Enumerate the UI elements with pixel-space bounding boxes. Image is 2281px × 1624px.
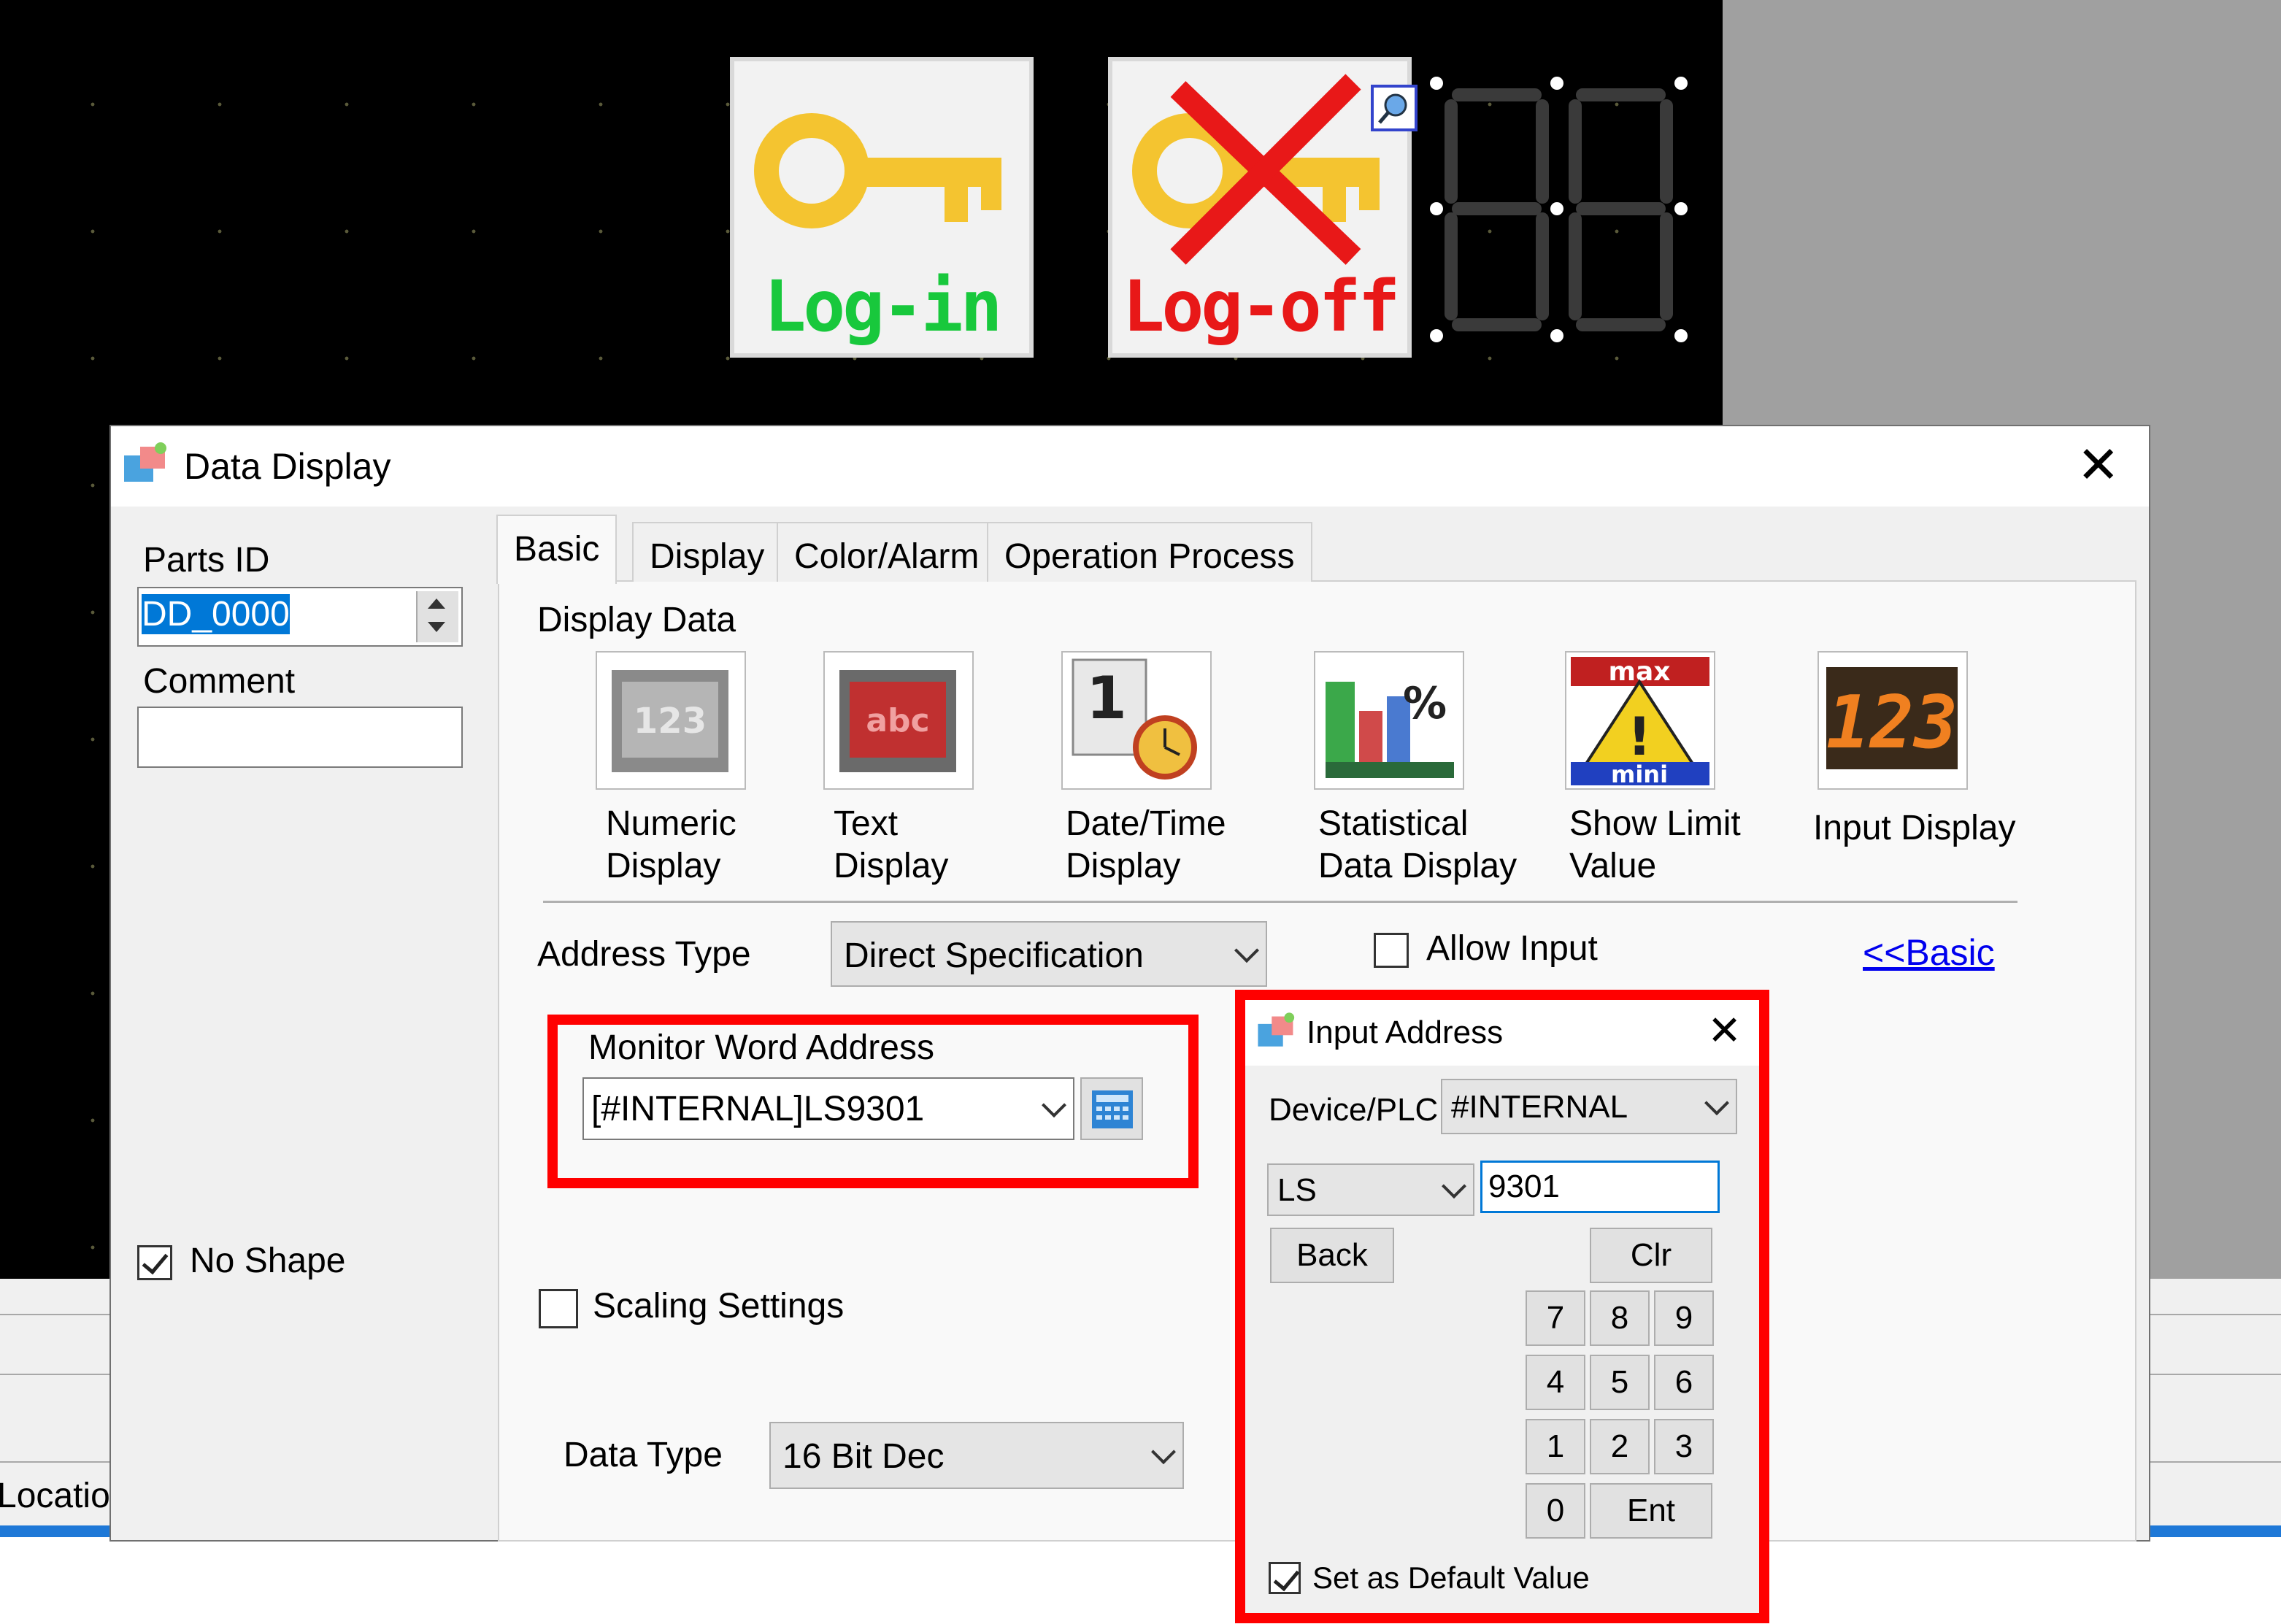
- text-display-button[interactable]: abc: [823, 651, 974, 790]
- login-switch[interactable]: Log-in: [730, 57, 1034, 358]
- numeric-display-button[interactable]: 123: [596, 651, 746, 790]
- logoff-switch-label: Log-off: [1122, 266, 1401, 347]
- chevron-down-icon: [1151, 1439, 1176, 1465]
- login-switch-label: Log-in: [763, 266, 1003, 347]
- tab-operation-process[interactable]: Operation Process: [987, 522, 1312, 582]
- svg-text:mini: mini: [1611, 761, 1668, 788]
- text-display-label: Text Display: [834, 804, 949, 885]
- input-display-icon: 123: [1826, 667, 1958, 769]
- cross-icon: [1170, 74, 1361, 265]
- scaling-settings-checkbox[interactable]: [539, 1289, 578, 1328]
- no-shape-checkbox[interactable]: [137, 1245, 172, 1280]
- input-display-button[interactable]: 123: [1818, 651, 1968, 790]
- lower-blank-area: [0, 1539, 2281, 1624]
- text-display-icon: abc: [839, 670, 956, 772]
- show-limit-value-label: Show Limit Value: [1569, 804, 1741, 885]
- tab-color-alarm[interactable]: Color/Alarm: [777, 522, 997, 582]
- statistical-data-display-button[interactable]: %: [1314, 651, 1464, 790]
- tab-display[interactable]: Display: [632, 522, 782, 582]
- comment-field[interactable]: [137, 707, 463, 768]
- dialog-title: Data Display: [184, 446, 391, 487]
- monitor-word-address-highlight: [547, 1015, 1199, 1188]
- seven-segment-display[interactable]: [1429, 73, 1699, 350]
- data-display-app-icon: [124, 442, 166, 482]
- dialog-titlebar[interactable]: Data Display ✕: [111, 426, 2149, 507]
- numeric-display-label: Numeric Display: [606, 804, 736, 885]
- input-address-highlight: [1235, 990, 1769, 1623]
- scaling-settings-label: Scaling Settings: [593, 1287, 845, 1325]
- address-type-value: Direct Specification: [844, 936, 1144, 975]
- show-limit-value-icon: max ! mini: [1571, 657, 1709, 788]
- data-type-value: 16 Bit Dec: [782, 1437, 945, 1476]
- svg-text:123: 123: [634, 701, 707, 742]
- parts-id-field[interactable]: DD_0000: [137, 587, 463, 647]
- allow-input-label: Allow Input: [1426, 929, 1598, 968]
- close-icon[interactable]: ✕: [2077, 439, 2120, 490]
- chevron-down-icon: [1234, 938, 1259, 963]
- svg-text:!: !: [1628, 706, 1652, 767]
- address-type-label: Address Type: [537, 935, 751, 974]
- status-location-label: Locatio: [0, 1477, 110, 1515]
- address-type-dropdown[interactable]: Direct Specification: [831, 921, 1267, 987]
- svg-text:abc: abc: [866, 702, 929, 739]
- parts-id-value: DD_0000: [142, 594, 290, 634]
- key-icon: [754, 113, 1001, 228]
- section-divider: [543, 901, 2017, 903]
- svg-text:123: 123: [1826, 680, 1958, 765]
- basic-link[interactable]: <<Basic: [1863, 931, 1995, 974]
- show-limit-value-button[interactable]: max ! mini: [1565, 651, 1715, 790]
- statistical-data-display-label: Statistical Data Display: [1318, 804, 1518, 885]
- date-time-display-label: Date/Time Display: [1066, 804, 1226, 885]
- parts-id-label: Parts ID: [143, 541, 270, 580]
- display-data-label: Display Data: [537, 601, 736, 639]
- data-type-label: Data Type: [563, 1436, 723, 1474]
- magnifier-icon[interactable]: [1371, 85, 1418, 131]
- numeric-display-icon: 123: [612, 670, 728, 772]
- allow-input-checkbox[interactable]: [1374, 933, 1409, 968]
- statistical-data-display-icon: %: [1326, 678, 1454, 778]
- svg-text:%: %: [1403, 678, 1447, 729]
- svg-text:1: 1: [1086, 664, 1127, 732]
- tab-basic[interactable]: Basic: [496, 515, 618, 584]
- input-display-label: Input Display: [1813, 809, 2016, 847]
- comment-label: Comment: [143, 662, 296, 701]
- date-time-display-icon: 1: [1072, 658, 1197, 780]
- no-shape-label: No Shape: [190, 1242, 346, 1280]
- date-time-display-button[interactable]: 1: [1061, 651, 1212, 790]
- data-type-dropdown[interactable]: 16 Bit Dec: [769, 1422, 1184, 1489]
- parts-id-spinner[interactable]: [416, 591, 458, 642]
- logoff-switch[interactable]: Log-off: [1108, 57, 1412, 358]
